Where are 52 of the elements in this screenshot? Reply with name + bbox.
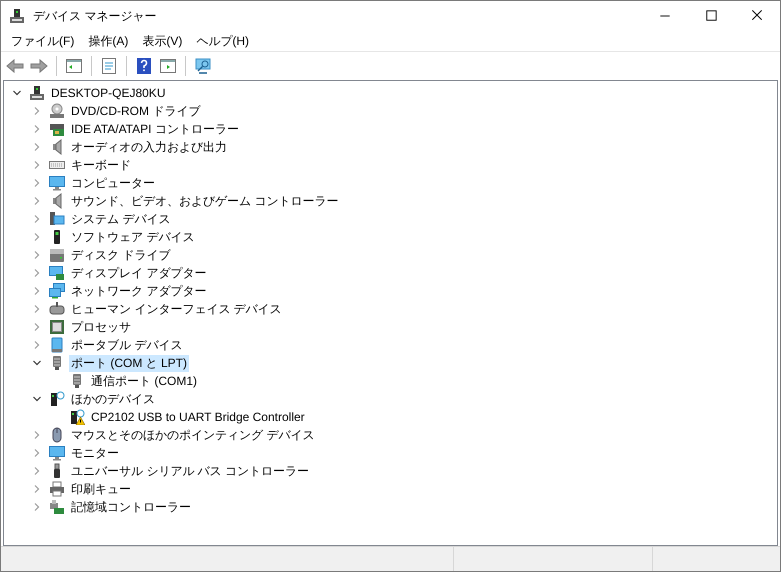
tree-item[interactable]: マウスとそのほかのポインティング デバイス [69, 426, 316, 444]
tree-item[interactable]: ほかのデバイス [69, 390, 157, 408]
tree-item[interactable]: オーディオの入力および出力 [69, 138, 229, 156]
monitor-icon [49, 175, 65, 191]
system-device-icon [49, 211, 65, 227]
help-icon[interactable] [134, 56, 154, 76]
monitor-search-icon[interactable] [193, 56, 213, 76]
monitor-icon [49, 445, 65, 461]
tree-item[interactable]: 記憶域コントローラー [69, 498, 193, 516]
window-title: デバイス マネージャー [33, 8, 156, 24]
tree-item[interactable]: DVD/CD-ROM ドライブ [69, 102, 202, 120]
tree-item[interactable]: ヒューマン インターフェイス デバイス [69, 300, 284, 318]
tree-item[interactable]: ディスク ドライブ [69, 246, 172, 264]
menu-item[interactable]: ヘルプ(H) [189, 32, 256, 50]
tree-item[interactable]: 通信ポート (COM1) [89, 372, 199, 390]
chevron-icon[interactable] [12, 88, 22, 98]
disk-drive-icon [49, 247, 65, 263]
tree-item[interactable]: モニター [69, 444, 121, 462]
disc-drive-icon [49, 103, 65, 119]
chevron-icon[interactable] [32, 394, 42, 404]
tree-item[interactable]: 印刷キュー [69, 480, 133, 498]
menu-item[interactable]: ファイル(F) [4, 32, 82, 50]
tree-item[interactable]: ポータブル デバイス [69, 336, 184, 354]
controller-card-icon [49, 121, 65, 137]
tree-item[interactable]: プロセッサ [69, 318, 133, 336]
tablet-icon [49, 337, 65, 353]
tree-item[interactable]: ディスプレイ アダプター [69, 264, 208, 282]
tree-item[interactable]: DESKTOP-QEJ80KU [49, 84, 168, 102]
window-pane-icon[interactable] [158, 56, 178, 76]
unknown-device-icon [49, 391, 65, 407]
tree-item[interactable]: ソフトウェア デバイス [69, 228, 196, 246]
tree-item[interactable]: ネットワーク アダプター [69, 282, 208, 300]
computer-icon [29, 85, 45, 101]
tree-item[interactable]: ポート (COM と LPT) [69, 354, 189, 372]
display-adapter-icon [49, 265, 65, 281]
chevron-icon[interactable] [32, 358, 42, 368]
menu-item[interactable]: 表示(V) [135, 32, 190, 50]
tree-item[interactable]: サウンド、ビデオ、およびゲーム コントローラー [69, 192, 340, 210]
joystick-icon [49, 301, 65, 317]
tree-item[interactable]: ユニバーサル シリアル バス コントローラー [69, 462, 312, 480]
menu-item[interactable]: 操作(A) [81, 32, 136, 50]
network-icon [49, 283, 65, 299]
properties-icon[interactable] [99, 56, 119, 76]
tree-item[interactable]: システム デバイス [69, 210, 172, 228]
tree-item[interactable]: キーボード [69, 156, 133, 174]
tree-item[interactable]: コンピューター [69, 174, 157, 192]
printer-icon [49, 481, 65, 497]
processor-icon [49, 319, 65, 335]
tree-item[interactable]: IDE ATA/ATAPI コントローラー [69, 120, 241, 138]
window-pane-icon[interactable] [64, 56, 84, 76]
app-icon [9, 8, 25, 24]
tree-item[interactable]: CP2102 USB to UART Bridge Controller [89, 408, 307, 426]
